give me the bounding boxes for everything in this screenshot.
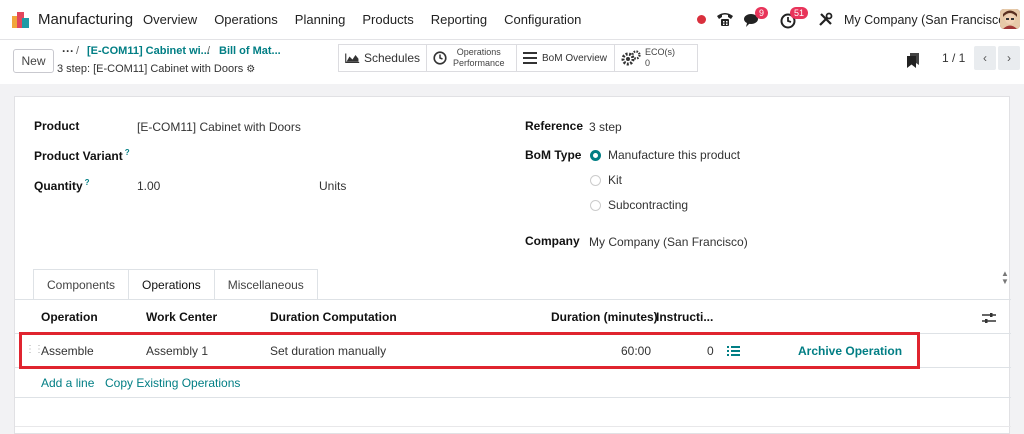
breadcrumb-more-icon[interactable]: ··· — [62, 44, 74, 58]
gear-icon[interactable]: ⚙ — [246, 64, 255, 75]
activities-badge: 51 — [790, 7, 809, 19]
notebook-tabs: Components Operations Miscellaneous — [33, 269, 318, 300]
new-button[interactable]: New — [13, 49, 54, 73]
radio-unselected-icon — [590, 174, 601, 186]
control-panel: New ··· / [E-COM11] Cabinet wi... / Bill… — [0, 40, 1024, 84]
menu-overview[interactable]: Overview — [143, 12, 197, 27]
messages-badge: 9 — [755, 7, 769, 19]
product-variant-label: Product Variant? — [34, 148, 130, 163]
pager-value[interactable]: 1 / 1 — [942, 51, 965, 65]
bom-type-option-label: Manufacture this product — [608, 148, 741, 162]
copy-existing-operations-link[interactable]: Copy Existing Operations — [105, 376, 240, 390]
bom-type-label: BoM Type — [525, 148, 582, 162]
row-highlight-box — [19, 332, 920, 369]
bom-type-manufacture-option[interactable]: Manufacture this product — [590, 148, 740, 162]
ecos-count: 0 — [645, 58, 651, 68]
header-operation[interactable]: Operation — [41, 310, 98, 324]
reference-field[interactable]: 3 step — [589, 120, 622, 134]
bookmark-icon[interactable] — [907, 53, 919, 68]
help-tooltip-icon[interactable]: ? — [125, 148, 130, 157]
bom-type-kit-option[interactable]: Kit — [590, 173, 622, 187]
tab-miscellaneous[interactable]: Miscellaneous — [213, 269, 318, 300]
schedules-label: Schedules — [363, 51, 420, 65]
tab-components[interactable]: Components — [33, 269, 129, 300]
operations-performance-button[interactable]: Operations Performance — [427, 45, 517, 71]
main-menu: Overview Operations Planning Products Re… — [143, 12, 598, 27]
messages-button[interactable]: 9 — [744, 7, 770, 30]
operations-table-header: Operation Work Center Duration Computati… — [15, 300, 1011, 334]
breadcrumb-separator: / — [76, 45, 80, 57]
reference-label: Reference — [525, 119, 584, 133]
schedules-button[interactable]: Schedules — [339, 45, 427, 71]
operations-performance-line1: Operations — [456, 47, 501, 57]
company-field[interactable]: My Company (San Francisco) — [589, 235, 748, 249]
area-chart-icon — [345, 53, 360, 64]
bom-type-option-label: Kit — [608, 173, 623, 187]
help-tooltip-icon[interactable]: ? — [85, 178, 90, 187]
radio-unselected-icon — [590, 199, 601, 211]
header-duration-computation[interactable]: Duration Computation — [270, 310, 397, 324]
quantity-label-text: Quantity — [34, 179, 83, 193]
table-bottom-divider — [15, 426, 1011, 427]
company-switcher[interactable]: My Company (San Francisco) — [844, 13, 1009, 27]
phone-icon[interactable] — [716, 11, 734, 27]
smart-buttons: Schedules Operations Performance BoM Ove… — [338, 44, 698, 72]
header-duration[interactable]: Duration (minutes) — [551, 310, 658, 324]
list-bars-icon — [523, 52, 537, 64]
scroll-arrows-icon[interactable]: ▲ ▼ — [1001, 270, 1009, 286]
menu-planning[interactable]: Planning — [295, 12, 346, 27]
breadcrumb-product[interactable]: [E-COM11] Cabinet wi... — [87, 45, 210, 57]
operations-performance-line2: Performance — [453, 58, 505, 68]
quantity-label: Quantity? — [34, 178, 90, 193]
company-label: Company — [525, 234, 580, 248]
quantity-field[interactable]: 1.00 — [137, 179, 160, 193]
product-label: Product — [34, 119, 80, 133]
user-avatar[interactable] — [1000, 9, 1020, 29]
table-footer-divider — [15, 397, 1011, 398]
pager-previous-button[interactable]: ‹ — [974, 46, 996, 70]
optional-columns-icon[interactable] — [982, 312, 996, 324]
debug-tools-icon[interactable] — [818, 12, 833, 27]
ecos-label: ECO(s) — [645, 47, 675, 57]
chevron-right-icon: › — [1007, 51, 1011, 65]
gears-icon — [621, 50, 641, 66]
menu-products[interactable]: Products — [362, 12, 413, 27]
quantity-uom-field[interactable]: Units — [319, 179, 346, 193]
record-title: 3 step: [E-COM11] Cabinet with Doors ⚙ — [57, 63, 255, 75]
chevron-left-icon: ‹ — [983, 51, 987, 65]
breadcrumb-separator: / — [207, 45, 211, 57]
breadcrumb-bom[interactable]: Bill of Mat... — [219, 45, 281, 57]
bom-overview-label: BoM Overview — [542, 52, 608, 64]
app-name[interactable]: Manufacturing — [38, 11, 133, 28]
operations-performance-label: Operations Performance — [453, 47, 505, 69]
top-navbar: Manufacturing Overview Operations Planni… — [0, 0, 1024, 40]
menu-operations[interactable]: Operations — [214, 12, 278, 27]
menu-reporting[interactable]: Reporting — [431, 12, 487, 27]
header-work-center[interactable]: Work Center — [146, 310, 217, 324]
add-line-link[interactable]: Add a line — [41, 376, 94, 390]
activities-button[interactable]: 51 — [780, 7, 809, 30]
tab-operations[interactable]: Operations — [128, 269, 214, 300]
ecos-button[interactable]: ECO(s) 0 — [615, 45, 697, 71]
pager-next-button[interactable]: › — [998, 46, 1020, 70]
radio-selected-icon — [590, 149, 601, 161]
bom-type-subcontracting-option[interactable]: Subcontracting — [590, 198, 688, 212]
product-field[interactable]: [E-COM11] Cabinet with Doors — [137, 120, 301, 134]
menu-configuration[interactable]: Configuration — [504, 12, 581, 27]
ecos-label-wrap: ECO(s) 0 — [645, 47, 675, 69]
user-avatar-icon — [1000, 9, 1020, 29]
header-instructions[interactable]: Instructi... — [656, 310, 713, 324]
manufacturing-app-icon[interactable] — [12, 12, 29, 28]
product-variant-label-text: Product Variant — [34, 149, 123, 163]
record-title-text: 3 step: [E-COM11] Cabinet with Doors — [57, 63, 244, 75]
bom-type-option-label: Subcontracting — [608, 198, 689, 212]
clock-icon — [433, 51, 447, 65]
form-sheet: Product [E-COM11] Cabinet with Doors Pro… — [14, 96, 1011, 434]
bom-overview-button[interactable]: BoM Overview — [517, 45, 615, 71]
record-status-dot-icon — [697, 15, 706, 24]
